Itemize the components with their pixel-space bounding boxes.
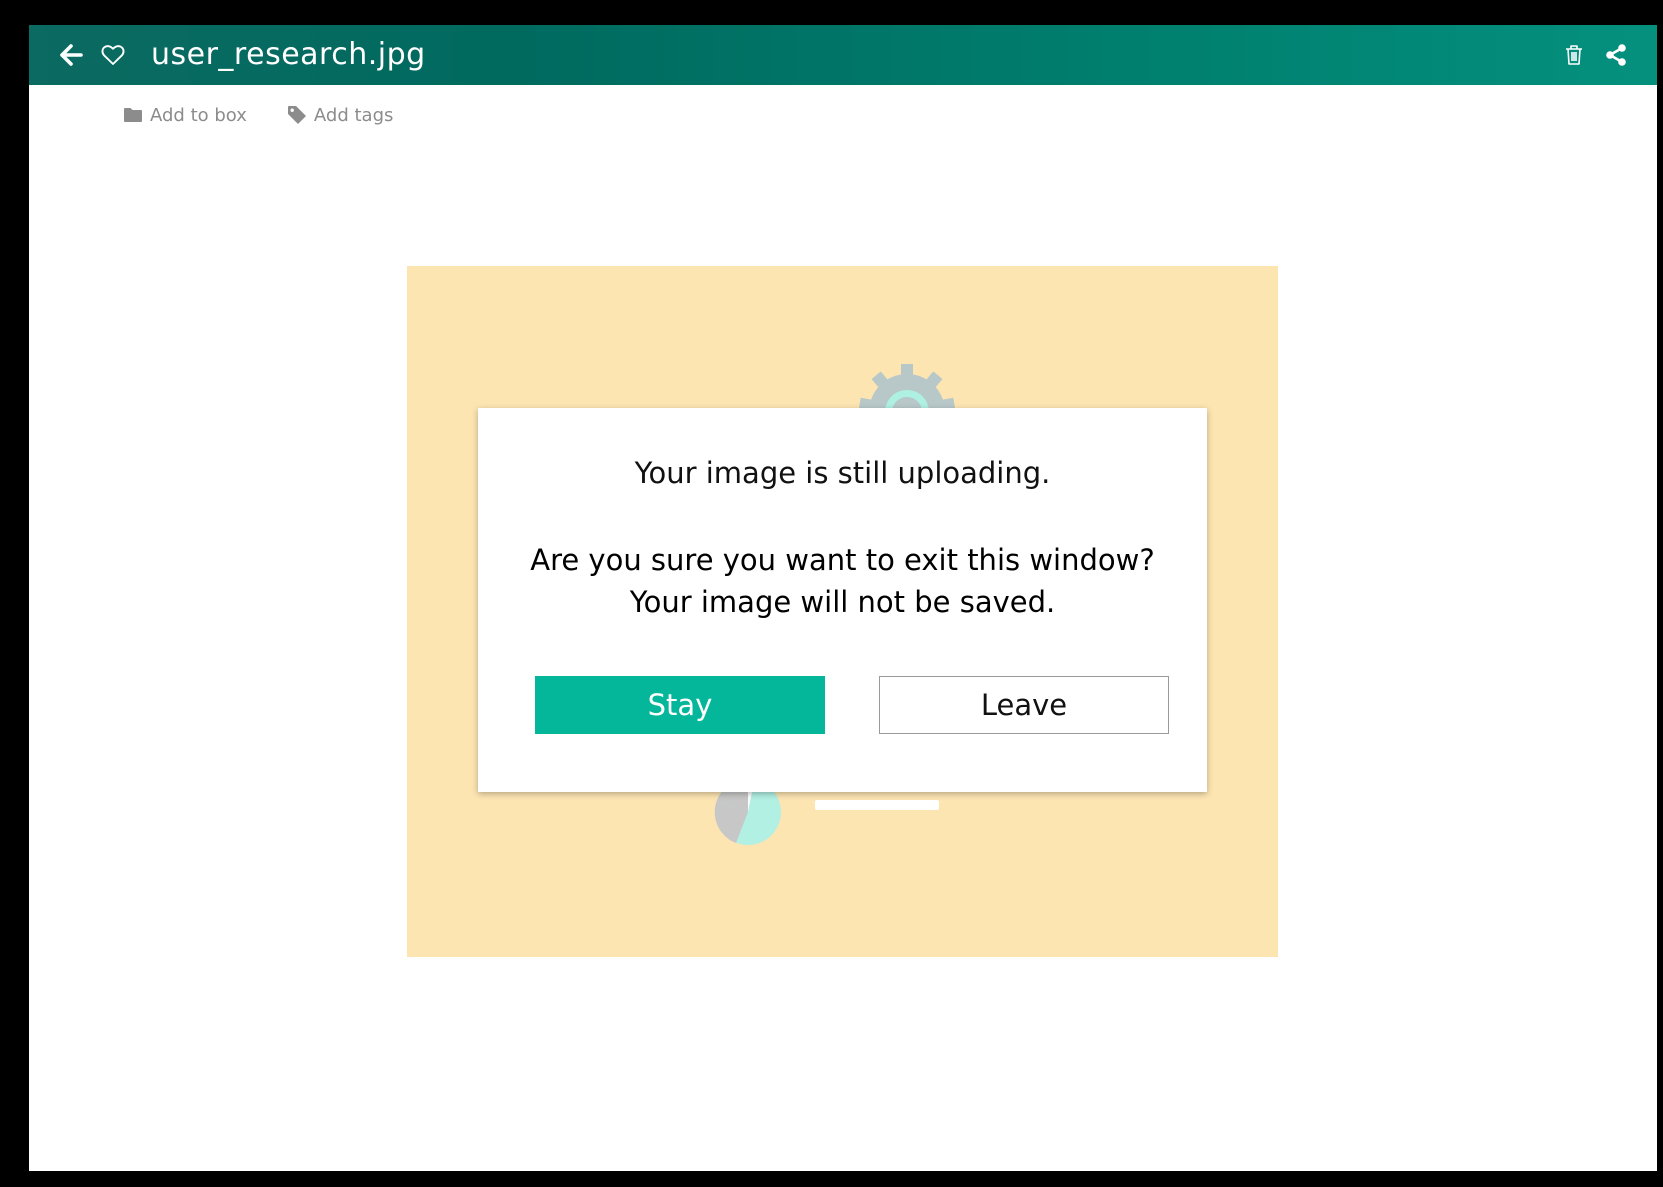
share-button[interactable] <box>1600 39 1632 71</box>
add-tags-button[interactable]: Add tags <box>287 105 393 126</box>
trash-icon <box>1566 45 1582 65</box>
bar-illustration <box>815 800 939 810</box>
add-to-box-label: Add to box <box>150 104 247 126</box>
folder-icon <box>124 108 142 122</box>
dialog-message: Your image is still uploading. <box>634 456 1051 490</box>
dialog-question-line2: Your image will not be saved. <box>629 585 1056 619</box>
action-toolbar: Add to box Add tags <box>123 97 393 133</box>
dialog-question: Are you sure you want to exit this windo… <box>478 539 1207 623</box>
header-bar: user_research.jpg <box>29 25 1657 85</box>
share-icon <box>1606 44 1626 66</box>
heart-outline-icon <box>101 45 125 65</box>
favorite-button[interactable] <box>97 39 129 71</box>
tag-icon <box>287 106 306 124</box>
stay-button[interactable]: Stay <box>535 676 825 734</box>
unsaved-upload-dialog: Your image is still uploading. Are you s… <box>478 408 1207 792</box>
file-title: user_research.jpg <box>151 37 426 72</box>
dialog-question-line1: Are you sure you want to exit this windo… <box>530 543 1155 577</box>
back-button[interactable] <box>55 39 87 71</box>
app-window: user_research.jpg Add to box Add tags Yo… <box>29 25 1657 1171</box>
add-to-box-button[interactable]: Add to box <box>123 105 247 126</box>
delete-button[interactable] <box>1558 39 1590 71</box>
leave-button[interactable]: Leave <box>879 676 1169 734</box>
add-tags-label: Add tags <box>313 104 394 126</box>
arrow-left-icon <box>60 44 83 66</box>
